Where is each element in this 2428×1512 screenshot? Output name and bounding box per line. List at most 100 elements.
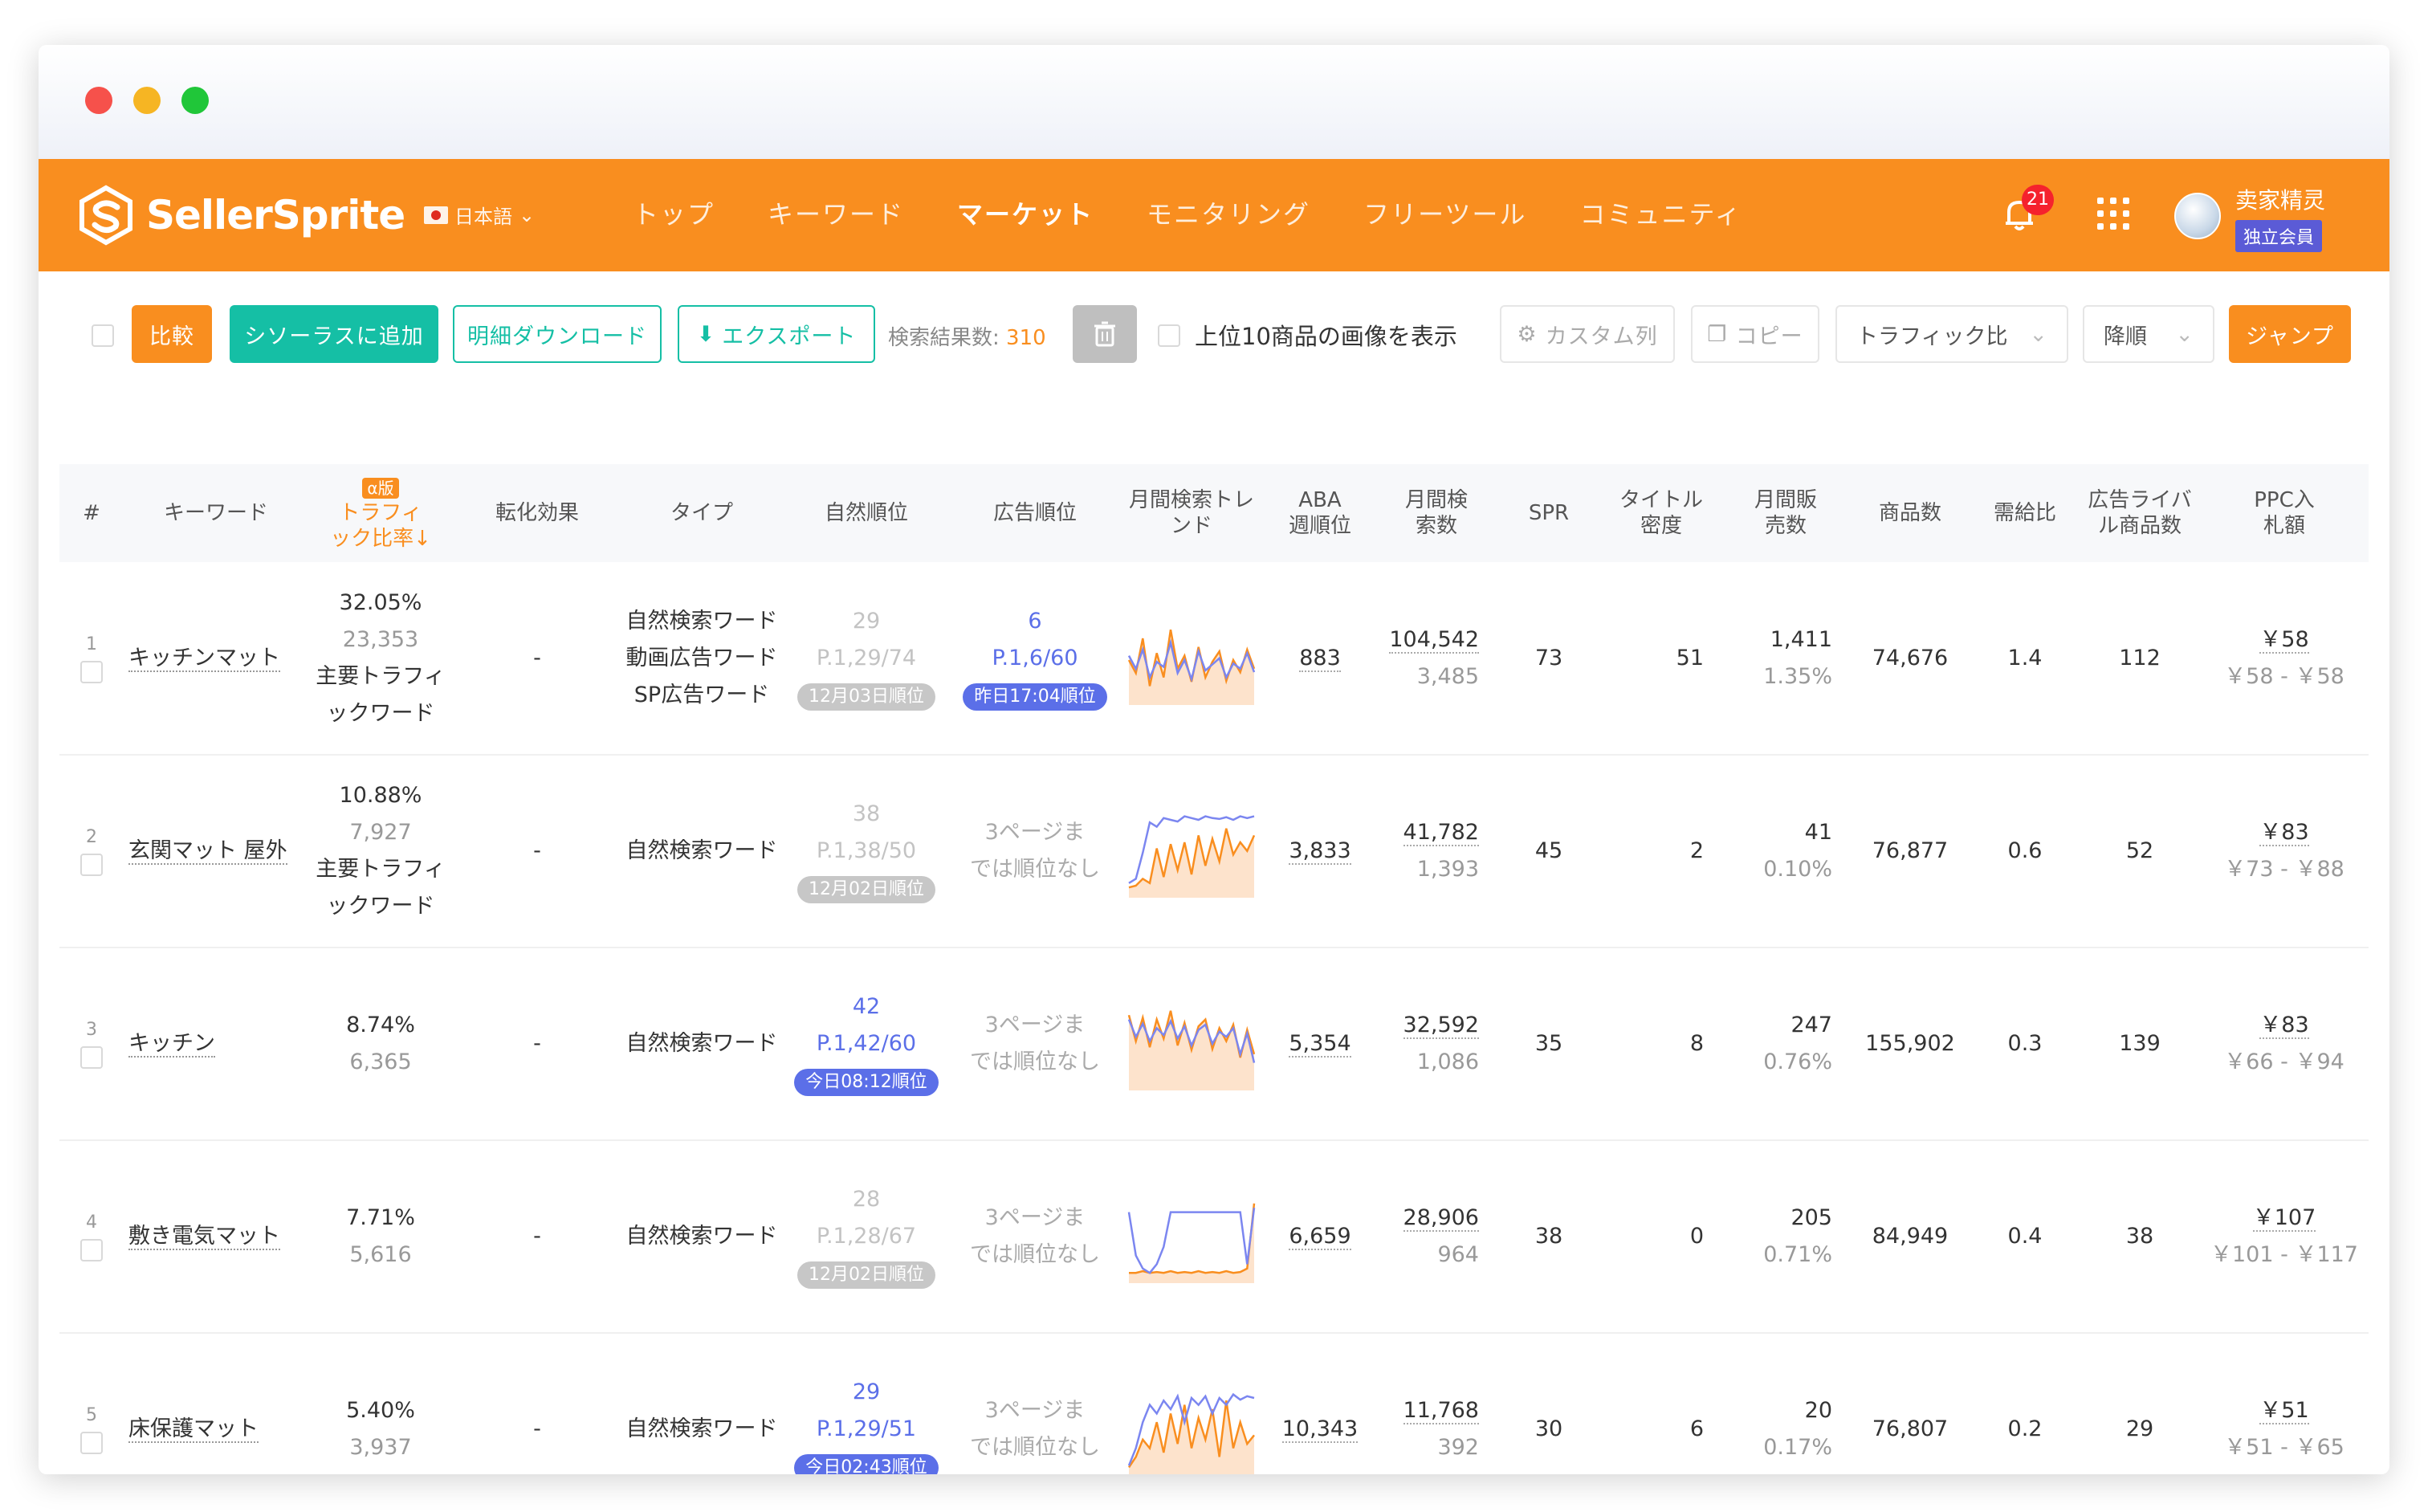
trend-sparkline[interactable] xyxy=(1127,803,1256,899)
aba-rank[interactable]: 883 xyxy=(1299,645,1341,672)
aba-rank[interactable]: 6,659 xyxy=(1289,1224,1351,1250)
trend-cell[interactable] xyxy=(1119,948,1264,1140)
row-checkbox[interactable] xyxy=(80,1432,103,1454)
products-cell: 76,807 xyxy=(1872,1416,1949,1441)
menu-item-market[interactable]: マーケット xyxy=(957,194,1094,231)
keyword-link[interactable]: 床保護マット xyxy=(128,1416,259,1443)
menu-item-free-tools[interactable]: フリーツール xyxy=(1363,194,1526,231)
keyword-link[interactable]: キッチンマット xyxy=(128,645,280,672)
header-monthly-search[interactable]: 月間検 索数 xyxy=(1376,464,1497,562)
header-traffic-ratio[interactable]: α版 トラフィ ック比率↓ xyxy=(308,464,453,562)
ad-rank-cell: 6 P.1,6/60 昨日17:04順位 xyxy=(951,562,1119,755)
language-selector[interactable]: 日本語 ⌄ xyxy=(424,201,535,229)
jump-button[interactable]: ジャンプ xyxy=(2229,305,2351,363)
detail-download-button[interactable]: 明細ダウンロード xyxy=(453,305,662,363)
aba-cell: 10,343 xyxy=(1264,1333,1376,1474)
header-spr[interactable]: SPR xyxy=(1497,464,1601,562)
maximize-window-button[interactable] xyxy=(181,87,209,114)
header-ad-rank[interactable]: 広告順位 xyxy=(951,464,1119,562)
menu-item-community[interactable]: コミュニティ xyxy=(1579,194,1742,231)
monthly-search[interactable]: 104,542 xyxy=(1389,626,1479,654)
aba-rank[interactable]: 5,354 xyxy=(1289,1031,1351,1058)
logo[interactable]: SellerSprite xyxy=(75,185,405,246)
ppc-bid[interactable]: ￥83 xyxy=(2259,820,2309,846)
minimize-window-button[interactable] xyxy=(133,87,161,114)
ppc-cell: ￥107 ￥101 - ￥117 xyxy=(2200,1140,2369,1333)
trend-cell[interactable] xyxy=(1119,562,1264,755)
sort-field-select[interactable]: トラフィック比 ⌄ xyxy=(1835,305,2068,363)
spr-cell: 45 xyxy=(1534,838,1563,863)
ad-rank-none-line2: では順位なし xyxy=(970,857,1100,882)
header-natural-rank[interactable]: 自然順位 xyxy=(782,464,951,562)
type-cell: 自然検索ワード 動画広告ワード SP広告ワード xyxy=(621,562,782,755)
keyword-link[interactable]: キッチン xyxy=(128,1031,215,1058)
header-search-line2: 索数 xyxy=(1415,514,1457,538)
copy-button[interactable]: ❐ コピー xyxy=(1691,305,1819,363)
keyword-type: 動画広告ワード xyxy=(625,645,778,670)
sort-order-select[interactable]: 降順 ⌄ xyxy=(2083,305,2214,363)
trend-sparkline[interactable] xyxy=(1127,610,1256,707)
header-title-density[interactable]: タイトル 密度 xyxy=(1601,464,1721,562)
traffic-num: 7,927 xyxy=(349,820,412,845)
aba-rank[interactable]: 3,833 xyxy=(1289,838,1351,865)
show-images-checkbox[interactable] xyxy=(1158,324,1180,347)
traffic-cell: 10.88% 7,927 主要トラフィ ックワード xyxy=(308,755,453,948)
type-cell: 自然検索ワード xyxy=(621,1333,782,1474)
row-checkbox[interactable] xyxy=(80,660,103,683)
row-checkbox[interactable] xyxy=(80,1239,103,1261)
download-icon: ⬇ xyxy=(696,321,716,347)
trend-sparkline[interactable] xyxy=(1127,996,1256,1092)
trend-cell[interactable] xyxy=(1119,755,1264,948)
result-count-label: 検索結果数: xyxy=(888,326,1000,350)
row-number: 5 xyxy=(86,1405,97,1425)
add-thesaurus-button[interactable]: シソーラスに追加 xyxy=(230,305,438,363)
compare-button[interactable]: 比較 xyxy=(132,305,212,363)
row-checkbox[interactable] xyxy=(80,854,103,876)
header-aba[interactable]: ABA 週順位 xyxy=(1264,464,1376,562)
monthly-search[interactable]: 41,782 xyxy=(1403,820,1479,846)
custom-columns-button[interactable]: ⚙ カスタム列 xyxy=(1500,305,1675,363)
header-trend[interactable]: 月間検索トレ ンド xyxy=(1119,464,1264,562)
aba-rank[interactable]: 10,343 xyxy=(1281,1416,1359,1443)
monthly-search-cell: 28,906 964 xyxy=(1376,1140,1497,1333)
title-density-cell: 2 xyxy=(1689,838,1704,863)
menu-item-keyword[interactable]: キーワード xyxy=(768,194,904,231)
natural-rank-cell: 42 P.1,42/60 今日08:12順位 xyxy=(782,948,951,1140)
trend-cell[interactable] xyxy=(1119,1333,1264,1474)
menu-item-monitoring[interactable]: モニタリング xyxy=(1147,194,1310,231)
header-type[interactable]: タイプ xyxy=(621,464,782,562)
header-monthly-sales[interactable]: 月間販 売数 xyxy=(1721,464,1850,562)
monthly-search[interactable]: 28,906 xyxy=(1403,1205,1479,1232)
trend-sparkline[interactable] xyxy=(1127,1381,1256,1474)
ppc-bid[interactable]: ￥107 xyxy=(2252,1205,2316,1232)
header-ad-rivals[interactable]: 広告ライバ ル商品数 xyxy=(2080,464,2200,562)
ppc-bid[interactable]: ￥58 xyxy=(2259,626,2309,654)
trend-sparkline[interactable] xyxy=(1127,1188,1256,1285)
ppc-bid[interactable]: ￥51 xyxy=(2259,1398,2309,1424)
keyword-link[interactable]: 敷き電気マット xyxy=(128,1224,280,1250)
products-cell: 76,877 xyxy=(1872,838,1949,863)
select-all-checkbox[interactable] xyxy=(92,324,114,347)
header-ppc[interactable]: PPC入 札額 xyxy=(2200,464,2369,562)
monthly-sales-cell: 1,411 1.35% xyxy=(1721,562,1850,755)
conversion-cell: - xyxy=(533,838,541,863)
menu-item-top[interactable]: トップ xyxy=(633,194,715,231)
trend-cell[interactable] xyxy=(1119,1140,1264,1333)
ppc-bid[interactable]: ￥83 xyxy=(2259,1013,2309,1039)
header-products[interactable]: 商品数 xyxy=(1850,464,1970,562)
close-window-button[interactable] xyxy=(85,87,112,114)
export-button[interactable]: ⬇ エクスポート xyxy=(678,305,875,363)
natural-rank-cell: 38 P.1,38/50 12月02日順位 xyxy=(782,755,951,948)
delete-button[interactable] xyxy=(1073,305,1137,363)
header-supply-demand[interactable]: 需給比 xyxy=(1970,464,2080,562)
header-keyword[interactable]: キーワード xyxy=(124,464,308,562)
apps-grid-icon[interactable] xyxy=(2097,198,2129,230)
keyword-link[interactable]: 玄関マット 屋外 xyxy=(128,838,287,865)
row-checkbox[interactable] xyxy=(80,1046,103,1069)
monthly-search[interactable]: 11,768 xyxy=(1403,1398,1479,1424)
avatar[interactable] xyxy=(2174,193,2221,239)
user-name[interactable]: 卖家精灵 xyxy=(2235,183,2325,215)
monthly-search[interactable]: 32,592 xyxy=(1403,1013,1479,1039)
conversion-cell: - xyxy=(533,1416,541,1441)
header-conversion[interactable]: 転化効果 xyxy=(453,464,621,562)
